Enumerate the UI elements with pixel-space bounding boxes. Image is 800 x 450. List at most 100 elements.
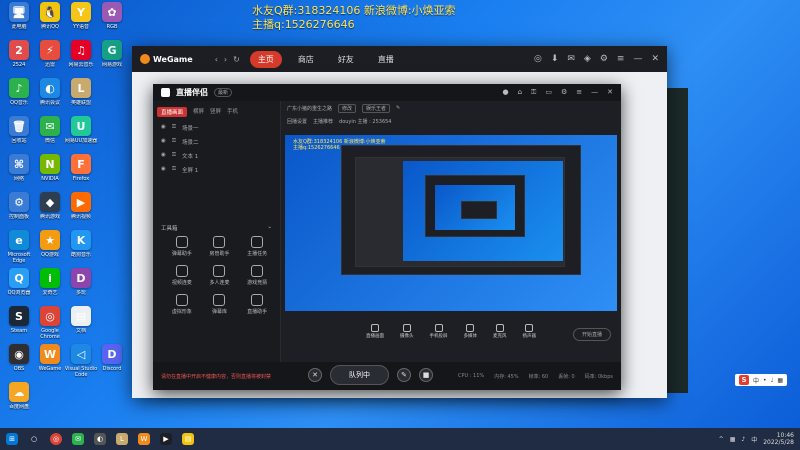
tool-item[interactable]: 弹幕库 bbox=[201, 294, 239, 315]
tool-item[interactable]: 弹幕助手 bbox=[163, 236, 201, 257]
desktop-icon[interactable]: G 网易游戏 bbox=[96, 40, 128, 78]
desktop-icon[interactable]: 2 2524 bbox=[3, 40, 35, 78]
league-icon[interactable]: L bbox=[116, 433, 128, 445]
back-arrow-icon[interactable]: ‹ bbox=[215, 55, 218, 64]
recommend-link[interactable]: 主播推荐 bbox=[313, 118, 333, 125]
edit-title-button[interactable]: 修改 bbox=[338, 103, 357, 113]
cancel-queue-icon[interactable]: ✕ bbox=[308, 368, 322, 382]
wegame-icon[interactable]: W bbox=[138, 433, 150, 445]
bottom-tool[interactable]: 手机投屏 bbox=[430, 324, 448, 344]
edit-icon[interactable]: ✎ bbox=[396, 105, 400, 111]
lock-icon[interactable]: ⚿ bbox=[531, 88, 536, 97]
monitor-icon[interactable]: ▭ bbox=[545, 88, 552, 97]
desktop-icon[interactable]: K 酷狗音乐 bbox=[65, 230, 97, 268]
desktop-icon[interactable]: ★ QQ游戏 bbox=[34, 230, 66, 268]
gift-icon[interactable]: ⌂ bbox=[518, 88, 522, 97]
bottom-tool[interactable]: 摄像头 bbox=[400, 324, 414, 344]
tool-item[interactable]: 游戏竞猜 bbox=[238, 265, 276, 286]
desktop-icon[interactable]: N NVIDIA bbox=[34, 154, 66, 192]
avatar-icon[interactable]: ● bbox=[502, 88, 508, 97]
bottom-tool[interactable]: 直播画面 bbox=[366, 324, 384, 344]
desktop-icon[interactable]: ◐ 腾讯会议 bbox=[34, 78, 66, 116]
chrome-icon[interactable]: ◎ bbox=[50, 433, 62, 445]
desktop-icon[interactable]: Q QQ浏览器 bbox=[3, 268, 35, 306]
bottom-tool[interactable]: 多媒体 bbox=[464, 324, 477, 344]
desktop-icon[interactable]: L 英雄联盟 bbox=[65, 78, 97, 116]
tool-item[interactable]: 直播助手 bbox=[238, 294, 276, 315]
desktop-icon[interactable]: ☁ 百度网盘 bbox=[3, 382, 35, 420]
live-app-icon[interactable]: ▶ bbox=[160, 433, 172, 445]
folder-icon[interactable]: ▤ bbox=[182, 433, 194, 445]
wegame-tab[interactable]: 直播 bbox=[370, 51, 402, 68]
desktop-icon[interactable]: ⚡ 迅雷 bbox=[34, 40, 66, 78]
live-tab[interactable]: 手机 bbox=[227, 107, 238, 117]
desktop-icon[interactable]: U 网易UU加速器 bbox=[65, 116, 97, 154]
wechat-icon[interactable]: ✉ bbox=[72, 433, 84, 445]
wegame-tab[interactable]: 好友 bbox=[330, 51, 362, 68]
refresh-icon[interactable]: ↻ bbox=[233, 55, 240, 64]
start-live-button[interactable]: 开始直播 bbox=[572, 328, 611, 341]
close-icon[interactable]: ✕ bbox=[651, 54, 659, 64]
chevron-up-icon[interactable]: ^ bbox=[719, 436, 724, 443]
settings-icon[interactable]: ⚙ bbox=[600, 54, 608, 64]
desktop-icon[interactable]: D Discord bbox=[96, 344, 128, 382]
chevron-down-icon[interactable]: ⌄ bbox=[267, 224, 272, 232]
minimize-icon[interactable]: — bbox=[633, 54, 642, 64]
ime-indicator[interactable]: 中 bbox=[751, 435, 757, 444]
eye-icon[interactable]: ◉ bbox=[161, 152, 166, 160]
live-tab[interactable]: 直播画面 bbox=[157, 107, 188, 117]
bottom-tool[interactable]: 扬声器 bbox=[523, 324, 536, 344]
network-icon[interactable]: ▦ bbox=[730, 436, 736, 443]
desktop-icon[interactable]: 🖥 此电脑 bbox=[3, 2, 35, 40]
menu-icon[interactable]: ≡ bbox=[617, 54, 625, 64]
game-icon[interactable]: ◎ bbox=[534, 54, 542, 64]
edit-icon[interactable]: ✎ bbox=[397, 368, 411, 382]
message-icon[interactable]: ✉ bbox=[567, 54, 575, 64]
desktop-icon[interactable]: ♪ QQ音乐 bbox=[3, 78, 35, 116]
live-tab[interactable]: 横屏 bbox=[193, 107, 204, 117]
desktop-icon[interactable]: 🐧 腾讯QQ bbox=[34, 2, 66, 40]
desktop-icon[interactable]: ⌘ 网络 bbox=[3, 154, 35, 192]
desktop-icon[interactable]: ✿ RGB bbox=[96, 2, 128, 40]
desktop-icon[interactable]: ▶ 腾讯视频 bbox=[65, 192, 97, 230]
forward-arrow-icon[interactable]: › bbox=[224, 55, 227, 64]
desktop-icon[interactable]: W WeGame bbox=[34, 344, 66, 382]
desktop-icon[interactable]: ✉ 微信 bbox=[34, 116, 66, 154]
live-tab[interactable]: 竖屏 bbox=[210, 107, 221, 117]
lock-icon[interactable]: ⚿ bbox=[172, 138, 176, 146]
start-icon[interactable]: ⊞ bbox=[6, 433, 18, 445]
close-icon[interactable]: ✕ bbox=[607, 88, 613, 97]
desktop-icon[interactable]: ⚙ 控制面板 bbox=[3, 192, 35, 230]
desktop-icon[interactable]: ▤ 文档 bbox=[65, 306, 97, 344]
app-icon[interactable]: ◐ bbox=[94, 433, 106, 445]
desktop-icon[interactable]: F Firefox bbox=[65, 154, 97, 192]
stop-icon[interactable]: ■ bbox=[419, 368, 433, 382]
desktop-icon[interactable]: ◁ Visual Studio Code bbox=[65, 344, 97, 382]
desktop-icon[interactable]: ◎ Google Chrome bbox=[34, 306, 66, 344]
tool-item[interactable]: 视频连麦 bbox=[163, 265, 201, 286]
replay-settings-link[interactable]: 回播设置 bbox=[287, 118, 307, 125]
ime-toolbar[interactable]: S 中 • ♩ ▦ bbox=[735, 374, 788, 386]
desktop-icon[interactable]: ♫ 网易云音乐 bbox=[65, 40, 97, 78]
eye-icon[interactable]: ◉ bbox=[161, 138, 166, 146]
desktop-icon[interactable]: Y YY语音 bbox=[65, 2, 97, 40]
tool-item[interactable]: 主播任务 bbox=[238, 236, 276, 257]
desktop-icon[interactable]: S Steam bbox=[3, 306, 35, 344]
category-button[interactable]: 娱乐王者 bbox=[362, 103, 391, 113]
lock-icon[interactable]: ⚿ bbox=[172, 166, 176, 174]
lock-icon[interactable]: ⚿ bbox=[172, 152, 176, 160]
wegame-tab[interactable]: 商店 bbox=[290, 51, 322, 68]
scene-item[interactable]: ◉ ⚿ 文本 1 bbox=[153, 149, 280, 163]
settings-icon[interactable]: ⚙ bbox=[561, 88, 567, 97]
skin-icon[interactable]: ◈ bbox=[584, 54, 591, 64]
menu-icon[interactable]: ≡ bbox=[576, 88, 582, 97]
scene-item[interactable]: ◉ ⚿ 场景二 bbox=[153, 135, 280, 149]
bottom-tool[interactable]: 麦克风 bbox=[493, 324, 507, 344]
tool-item[interactable]: 房管助手 bbox=[201, 236, 239, 257]
lock-icon[interactable]: ⚿ bbox=[172, 124, 176, 132]
tray-clock[interactable]: 10:46 2022/5/28 bbox=[763, 432, 794, 446]
scene-item[interactable]: ◉ ⚿ 场景一 bbox=[153, 121, 280, 135]
search-icon[interactable]: ○ bbox=[28, 433, 40, 445]
desktop-icon[interactable]: ◉ OBS bbox=[3, 344, 35, 382]
volume-icon[interactable]: ♪ bbox=[741, 436, 745, 443]
